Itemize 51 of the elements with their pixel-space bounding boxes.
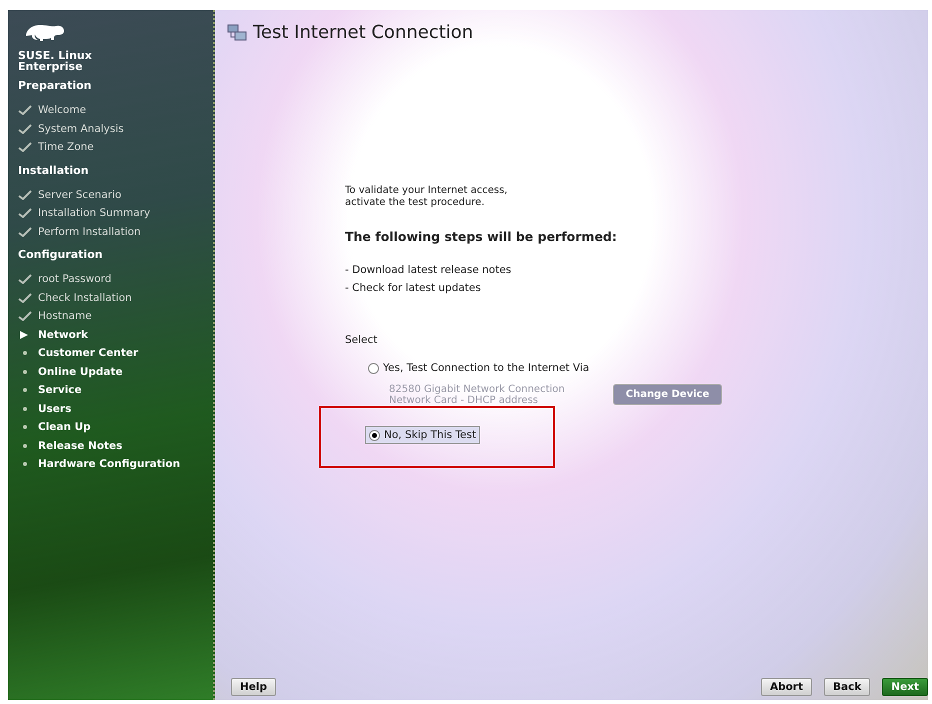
sidebar-step: Network: [38, 328, 88, 341]
bullet-icon: [23, 462, 27, 466]
sidebar-step: Hardware Configuration: [38, 458, 180, 470]
help-button[interactable]: Help: [231, 678, 276, 696]
intro-text: To validate your Internet access, activate the test procedure.: [345, 185, 508, 209]
sidebar-section-title: Preparation: [18, 79, 93, 92]
next-button[interactable]: Next: [882, 678, 928, 696]
sidebar-step: root Password: [38, 273, 112, 286]
sidebar-section-title: Installation: [18, 164, 90, 176]
bullet-icon: [23, 406, 27, 411]
sidebar-section-title: Configuration: [18, 248, 104, 261]
checkmark-icon: [18, 190, 32, 200]
sidebar-step: Perform Installation: [38, 226, 141, 238]
network-computers-icon: [227, 24, 247, 42]
back-button[interactable]: Back: [824, 678, 870, 696]
step-text: - Check for latest updates: [345, 282, 482, 294]
radio-option[interactable]: No, Skip This Test: [365, 426, 480, 444]
radio-option[interactable]: Yes, Test Connection to the Internet Via: [365, 360, 592, 376]
checkmark-icon: [18, 105, 32, 116]
checkmark-icon: [18, 142, 32, 152]
bullet-icon: [23, 444, 27, 448]
sidebar-step: Server Scenario: [38, 188, 122, 201]
sidebar-step: Hostname: [38, 310, 92, 322]
sidebar-step: Clean Up: [38, 421, 91, 434]
abort-button[interactable]: Abort: [760, 678, 812, 696]
sidebar-step: Online Update: [38, 366, 123, 378]
checkmark-icon: [18, 274, 32, 284]
sidebar-step: Check Installation: [38, 292, 132, 304]
checkmark-icon: [18, 292, 32, 303]
device-description: 82580 Gigabit Network Connection Network Card - DHCP address: [389, 384, 565, 406]
page-title: Test Internet Connection: [253, 22, 474, 43]
sidebar-step: Users: [38, 402, 72, 415]
sidebar-step: Customer Center: [38, 347, 138, 360]
bullet-icon: [23, 388, 27, 392]
steps-heading: The following steps will be performed:: [345, 229, 618, 244]
checkmark-icon: [18, 124, 32, 134]
bullet-icon: [23, 370, 27, 374]
bullet-icon: [23, 351, 27, 356]
select-label: Select: [345, 334, 378, 346]
sidebar-step: Time Zone: [38, 141, 94, 154]
bullet-icon: [23, 425, 27, 430]
checkmark-icon: [18, 208, 32, 218]
sidebar-step: System Analysis: [38, 122, 124, 135]
checkmark-icon: [18, 226, 32, 237]
sidebar-step: Release Notes: [38, 440, 122, 452]
step-text: - Download latest release notes: [345, 264, 512, 276]
sidebar-step: Installation Summary: [38, 207, 150, 220]
checkmark-icon: [18, 311, 32, 322]
sidebar-step: Service: [38, 384, 82, 396]
sidebar-step: Welcome: [38, 104, 86, 116]
brand-name: SUSE. Linux Enterprise: [18, 50, 93, 72]
